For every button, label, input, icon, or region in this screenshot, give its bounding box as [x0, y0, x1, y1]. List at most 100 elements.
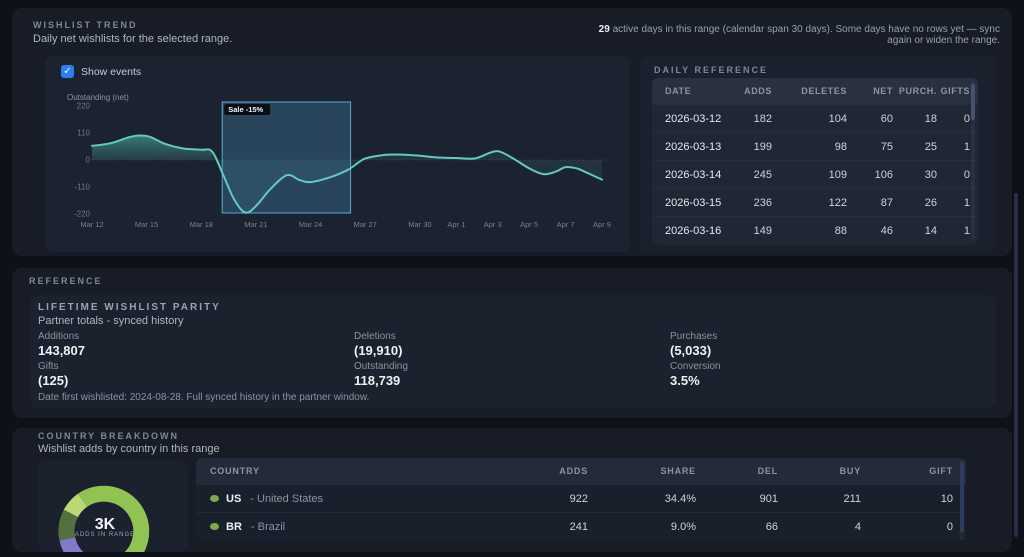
card-subtitle: Daily net wishlists for the selected ran… [33, 33, 233, 45]
stat-label: Additions [38, 331, 80, 342]
country-dot-icon [210, 523, 219, 530]
stat-purchases: Purchases (5,033) [670, 331, 988, 361]
cell-adds: 245 [753, 168, 772, 181]
svg-text:110: 110 [77, 129, 90, 138]
cell-purch: 30 [924, 168, 937, 181]
column-header: PURCH. [898, 86, 937, 96]
country-table-row[interactable]: US - United States 922 34.4% 901 211 10 [196, 484, 966, 512]
checkbox-check-icon[interactable]: ✓ [61, 65, 74, 78]
daily-table-row[interactable]: 2026-03-15 236 122 87 26 1 [652, 188, 978, 216]
svg-text:Mar 12: Mar 12 [80, 220, 103, 229]
cell-purch: 14 [924, 224, 937, 237]
parity-title: LIFETIME WISHLIST PARITY [38, 302, 221, 313]
donut-center-label: 3K ADDS IN RANGE [38, 516, 172, 539]
cell-date: 2026-03-12 [665, 112, 722, 125]
stat-label: Outstanding [354, 361, 408, 372]
cell-gifts: 1 [963, 224, 970, 237]
country-table-row[interactable]: BR - Brazil 241 9.0% 66 4 0 [196, 512, 966, 540]
svg-text:Mar 15: Mar 15 [135, 220, 158, 229]
daily-scrollbar-thumb[interactable] [971, 84, 975, 120]
column-header: BUY [839, 466, 861, 476]
column-header: NET [873, 86, 893, 96]
trend-chart-panel: ✓ Show events Outstanding (net) 220 110 0-… [45, 56, 630, 252]
page-scrollbar-thumb[interactable] [1014, 193, 1018, 537]
cell-adds: 236 [753, 196, 772, 209]
daily-table-scrollbar[interactable] [971, 82, 975, 240]
country-table-scrollbar[interactable] [960, 461, 964, 540]
cell-adds: 922 [569, 492, 588, 505]
cell-deletes: 104 [828, 112, 847, 125]
svg-text:0: 0 [86, 156, 91, 165]
stat-value: (19,910) [354, 343, 403, 358]
wishlist-trend-card: WISHLIST TREND Daily net wishlists for t… [12, 8, 1012, 256]
svg-text:Mar 27: Mar 27 [354, 220, 377, 229]
daily-reference-table: DATE ADDS DELETES NET PURCH. GIFTS 2026-03-12… [652, 78, 978, 245]
cell-gifts: 1 [963, 140, 970, 153]
daily-table-row[interactable]: 2026-03-12 182 104 60 18 0 [652, 104, 978, 132]
column-header: GIFT [929, 466, 953, 476]
svg-text:Apr 3: Apr 3 [484, 220, 502, 229]
lifetime-parity-panel: LIFETIME WISHLIST PARITY Partner totals … [30, 295, 996, 408]
parity-stats-grid: Additions 143,807 Deletions (19,910) Pur… [38, 331, 988, 391]
stat-gifts: Gifts (125) [38, 361, 354, 391]
cell-purch: 26 [924, 196, 937, 209]
svg-text:-110: -110 [75, 183, 91, 192]
cell-country: BR - Brazil [210, 521, 442, 533]
donut-slice-light-green[interactable] [63, 493, 88, 518]
country-code: US [226, 492, 242, 505]
cell-adds: 199 [753, 140, 772, 153]
card-title: WISHLIST TREND [33, 20, 138, 30]
donut-slice-purple[interactable] [59, 536, 88, 557]
svg-text:Apr 1: Apr 1 [447, 220, 465, 229]
svg-text:Mar 18: Mar 18 [190, 220, 213, 229]
show-events-label: Show events [81, 65, 142, 78]
country-scrollbar-thumb[interactable] [960, 462, 964, 532]
donut-total: 3K [94, 516, 116, 533]
cell-gift: 0 [946, 520, 953, 533]
cell-buy: 4 [854, 520, 861, 533]
cell-adds: 182 [753, 112, 772, 125]
donut-caption: ADDS IN RANGE [74, 532, 136, 538]
daily-reference-panel: DAILY REFERENCE DATE ADDS DELETES NET PURCH.… [640, 56, 996, 252]
sale-badge-label: Sale -15% [228, 105, 263, 114]
country-name: - United States [250, 492, 324, 505]
cell-deletes: 122 [828, 196, 847, 209]
cell-date: 2026-03-15 [665, 196, 722, 209]
country-dot-icon [210, 495, 219, 502]
stat-label: Gifts [38, 361, 59, 372]
daily-table-row[interactable]: 2026-03-13 199 98 75 25 1 [652, 132, 978, 160]
stat-value: (5,033) [670, 343, 712, 358]
cell-del: 66 [765, 520, 778, 533]
country-title: COUNTRY BREAKDOWN [38, 431, 179, 441]
column-header: DELETES [801, 86, 847, 96]
country-donut-panel: 3K ADDS IN RANGE [38, 460, 188, 557]
country-breakdown-card: COUNTRY BREAKDOWN Wishlist adds by count… [12, 428, 1012, 557]
cell-adds: 241 [569, 520, 588, 533]
table-header-row: DATE ADDS DELETES NET PURCH. GIFTS [652, 78, 978, 104]
cell-del: 901 [759, 492, 778, 505]
cell-date: 2026-03-13 [665, 140, 722, 153]
trend-area-gradient [92, 135, 213, 160]
daily-table-row[interactable]: 2026-03-16 149 88 46 14 1 [652, 216, 978, 244]
cell-adds: 149 [753, 224, 772, 237]
country-code: BR [226, 520, 242, 533]
svg-text:Apr 5: Apr 5 [520, 220, 538, 229]
sale-event-region[interactable] [221, 101, 352, 214]
stat-value: 143,807 [38, 343, 85, 358]
cell-gift: 10 [940, 492, 953, 505]
trend-line-chart: Outstanding (net) 2201100-110-220 Sale -… [67, 93, 611, 229]
stat-value: (125) [38, 373, 69, 388]
cell-deletes: 98 [834, 140, 847, 153]
show-events-checkbox[interactable]: ✓ Show events [61, 65, 141, 78]
stat-label: Deletions [354, 331, 396, 342]
svg-text:Mar 24: Mar 24 [299, 220, 322, 229]
daily-table-row[interactable]: 2026-03-14 245 109 106 30 0 [652, 160, 978, 188]
x-axis-ticks: Mar 12 Mar 15 Mar 18 Mar 21 Mar 24 Mar 27 Mar … [80, 220, 611, 229]
svg-text:Mar 21: Mar 21 [244, 220, 267, 229]
column-header: GIFTS [940, 86, 970, 96]
column-header: ADDS [744, 86, 772, 96]
svg-text:220: 220 [77, 102, 91, 111]
svg-text:Apr 9: Apr 9 [593, 220, 611, 229]
y-axis-ticks: 220 110 0 -110 -220 [74, 102, 91, 219]
cell-deletes: 88 [834, 224, 847, 237]
